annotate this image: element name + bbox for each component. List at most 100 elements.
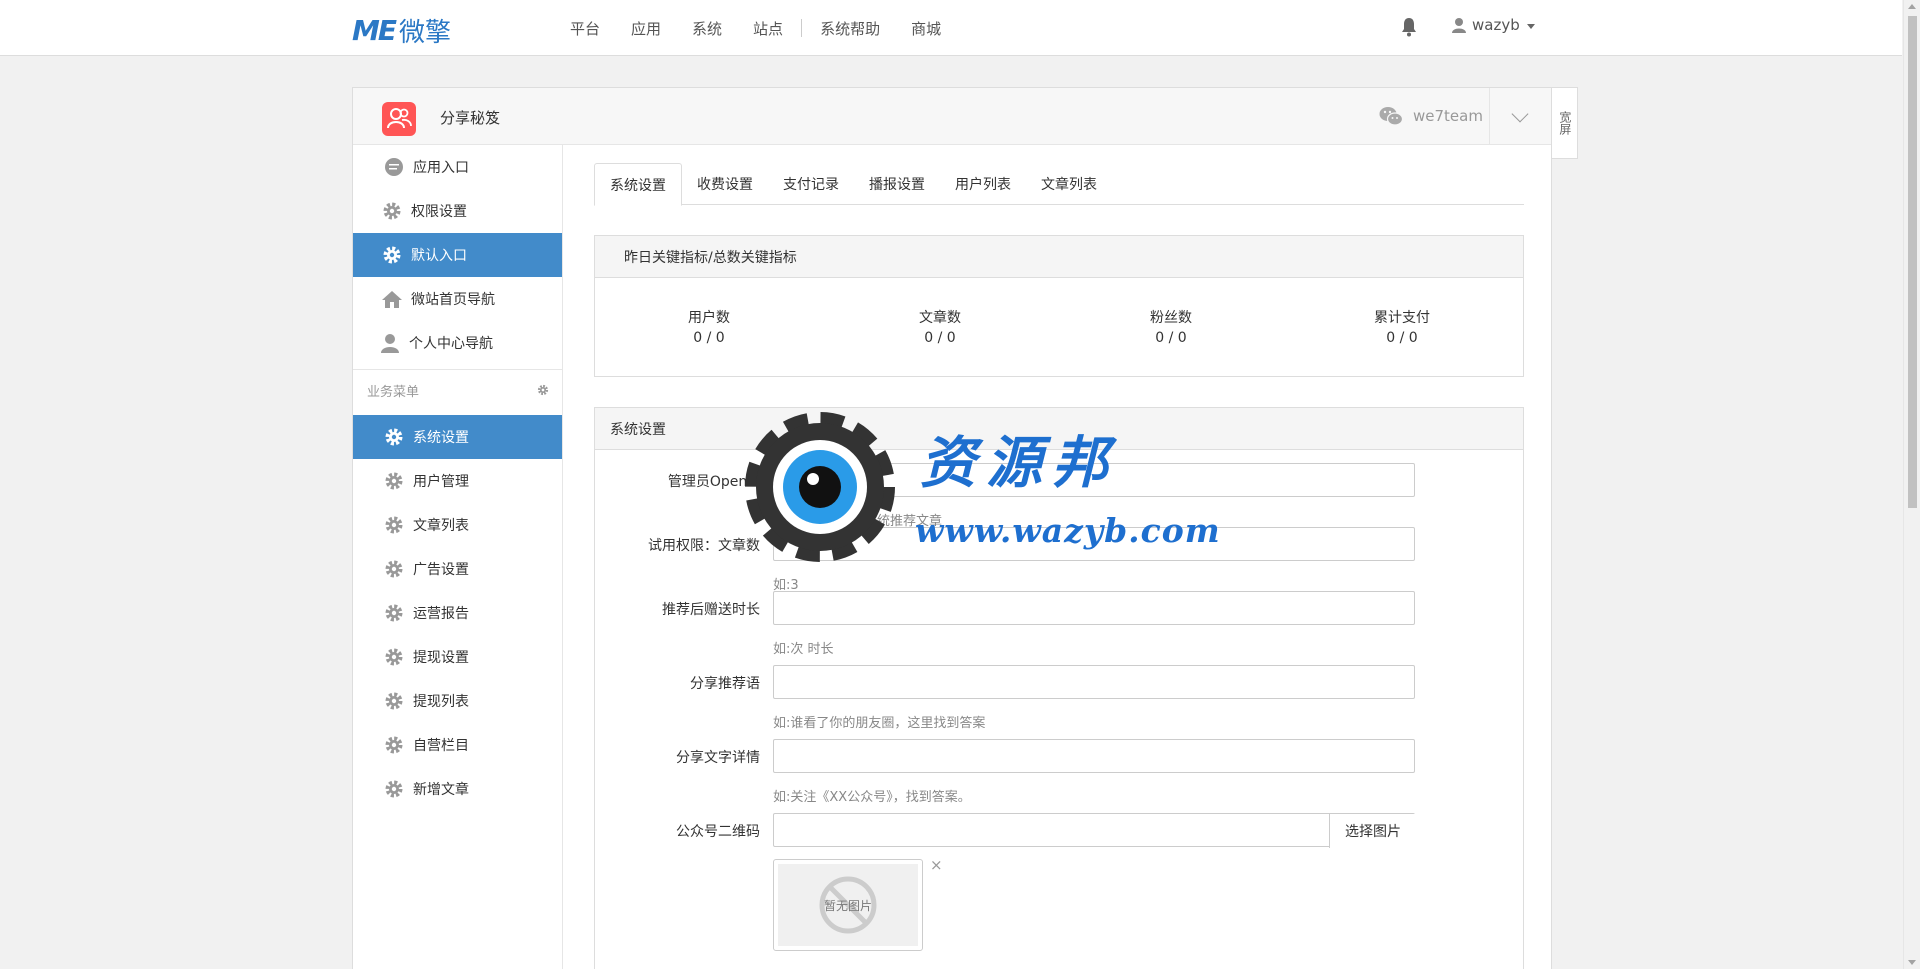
admin-openid-input[interactable] bbox=[773, 463, 1415, 497]
user-menu[interactable]: wazyb bbox=[1452, 16, 1535, 34]
nav-system[interactable]: 系统 bbox=[692, 18, 722, 39]
sidebar-item-label: 系统设置 bbox=[413, 430, 469, 446]
sidebar-item-site-home-nav[interactable]: 微站首页导航 bbox=[353, 277, 562, 321]
scroll-up-icon[interactable] bbox=[1908, 4, 1916, 9]
gear-icon bbox=[383, 690, 405, 712]
stat-value: 0 / 0 bbox=[693, 330, 725, 346]
field-qrcode: 公众号二维码 选择图片 bbox=[595, 813, 1525, 848]
sidebar-item-label: 运营报告 bbox=[413, 606, 469, 622]
account-switcher[interactable]: we7team bbox=[1379, 106, 1483, 126]
stat-users: 用户数 0 / 0 bbox=[609, 308, 809, 348]
qrcode-input[interactable]: 选择图片 bbox=[773, 813, 1416, 848]
nav-help[interactable]: 系统帮助 bbox=[820, 18, 880, 39]
tab-system-settings[interactable]: 系统设置 bbox=[594, 163, 682, 206]
gear-icon bbox=[383, 426, 405, 448]
sidebar-item-article-list[interactable]: 文章列表 bbox=[353, 503, 562, 547]
main-nav: 平台 应用 系统 站点 系统帮助 商城 bbox=[570, 0, 972, 56]
sidebar-item-own-columns[interactable]: 自营栏目 bbox=[353, 723, 562, 767]
field-help: 如:次 时长 bbox=[773, 642, 834, 657]
sidebar-item-new-article[interactable]: 新增文章 bbox=[353, 767, 562, 811]
stat-label: 用户数 bbox=[688, 310, 730, 326]
settings-title: 系统设置 bbox=[595, 408, 1523, 450]
logo-mark: ME bbox=[352, 14, 397, 47]
stat-value: 0 / 0 bbox=[1155, 330, 1187, 346]
stat-value: 0 / 0 bbox=[1386, 330, 1418, 346]
chevron-down-icon bbox=[1526, 23, 1535, 29]
user-icon bbox=[379, 332, 401, 354]
bell-icon[interactable] bbox=[1400, 17, 1418, 37]
field-label: 分享推荐语 bbox=[690, 676, 760, 692]
tab-user-list[interactable]: 用户列表 bbox=[940, 163, 1026, 205]
comment-icon bbox=[383, 156, 405, 178]
sidebar-section-business: 业务菜单 bbox=[367, 379, 549, 401]
sidebar-item-system-settings[interactable]: 系统设置 bbox=[353, 415, 562, 459]
sidebar-item-label: 应用入口 bbox=[413, 160, 469, 176]
account-name: we7team bbox=[1413, 107, 1483, 125]
stats-row: 用户数 0 / 0 文章数 0 / 0 粉丝数 0 / 0 累计支付 0 / 0 bbox=[595, 278, 1523, 375]
app-name: 分享秘笈 bbox=[440, 109, 501, 127]
sidebar-item-label: 文章列表 bbox=[413, 518, 469, 534]
field-share-detail: 分享文字详情 bbox=[595, 739, 1525, 773]
section-title: 业务菜单 bbox=[367, 384, 420, 400]
stat-payments: 累计支付 0 / 0 bbox=[1302, 308, 1502, 348]
chevron-down-icon bbox=[1511, 105, 1529, 123]
home-icon bbox=[381, 288, 403, 310]
app-header: 分享秘笈 we7team bbox=[353, 88, 1551, 145]
sidebar-item-withdraw-settings[interactable]: 提现设置 bbox=[353, 635, 562, 679]
tab-article-list[interactable]: 文章列表 bbox=[1026, 163, 1112, 205]
sidebar-item-user-center-nav[interactable]: 个人中心导航 bbox=[353, 321, 562, 365]
nav-store[interactable]: 商城 bbox=[911, 18, 941, 39]
field-label: 分享文字详情 bbox=[676, 750, 760, 766]
tab-payment-records[interactable]: 支付记录 bbox=[768, 163, 854, 205]
header-toggle[interactable] bbox=[1489, 88, 1551, 145]
field-bonus-duration: 推荐后赠送时长 bbox=[595, 591, 1525, 625]
logo-text: 微擎 bbox=[399, 18, 452, 48]
sidebar-item-permissions[interactable]: 权限设置 bbox=[353, 189, 562, 233]
gear-icon bbox=[383, 514, 405, 536]
nav-apps[interactable]: 应用 bbox=[631, 18, 661, 39]
sidebar-item-app-entry[interactable]: 应用入口 bbox=[353, 145, 562, 189]
nav-site[interactable]: 站点 bbox=[753, 18, 783, 39]
page-scrollbar[interactable] bbox=[1903, 0, 1920, 969]
share-detail-input[interactable] bbox=[773, 739, 1415, 773]
sidebar-item-withdraw-list[interactable]: 提现列表 bbox=[353, 679, 562, 723]
scroll-down-icon[interactable] bbox=[1908, 960, 1916, 965]
scrollbar-thumb[interactable] bbox=[1908, 16, 1917, 508]
gear-icon[interactable] bbox=[537, 384, 549, 396]
stat-label: 文章数 bbox=[919, 310, 961, 326]
wide-screen-button[interactable]: 宽屏 bbox=[1552, 87, 1578, 159]
field-label: 管理员Openid bbox=[667, 474, 760, 490]
gear-icon bbox=[383, 602, 405, 624]
field-label: 试用权限：文章数 bbox=[648, 538, 760, 554]
field-help: 如:谁看了你的朋友圈，这里找到答案 bbox=[773, 716, 986, 731]
field-label: 公众号二维码 bbox=[676, 824, 760, 840]
logo[interactable]: ME 微擎 bbox=[352, 12, 451, 49]
stats-title: 昨日关键指标/总数关键指标 bbox=[595, 236, 1523, 278]
tab-fee-settings[interactable]: 收费设置 bbox=[682, 163, 768, 205]
stat-label: 累计支付 bbox=[1374, 310, 1430, 326]
bonus-duration-input[interactable] bbox=[773, 591, 1415, 625]
stat-value: 0 / 0 bbox=[924, 330, 956, 346]
share-slogan-input[interactable] bbox=[773, 665, 1415, 699]
sidebar-item-operations-report[interactable]: 运营报告 bbox=[353, 591, 562, 635]
sidebar-item-user-management[interactable]: 用户管理 bbox=[353, 459, 562, 503]
gear-icon bbox=[383, 558, 405, 580]
choose-image-button[interactable]: 选择图片 bbox=[1329, 814, 1416, 848]
app-icon bbox=[382, 102, 416, 136]
sidebar-item-ad-settings[interactable]: 广告设置 bbox=[353, 547, 562, 591]
gear-icon bbox=[381, 200, 403, 222]
top-navbar: ME 微擎 平台 应用 系统 站点 系统帮助 商城 wazyb bbox=[0, 0, 1902, 56]
sidebar-item-default-entry[interactable]: 默认入口 bbox=[353, 233, 562, 277]
field-admin-openid: 管理员Openid bbox=[595, 463, 1525, 497]
stat-label: 粉丝数 bbox=[1150, 310, 1192, 326]
nav-platform[interactable]: 平台 bbox=[570, 18, 600, 39]
tab-broadcast-settings[interactable]: 播报设置 bbox=[854, 163, 940, 205]
sidebar-item-label: 广告设置 bbox=[413, 562, 469, 578]
stat-articles: 文章数 0 / 0 bbox=[840, 308, 1040, 348]
close-icon[interactable]: × bbox=[930, 856, 943, 874]
sidebar-item-label: 个人中心导航 bbox=[409, 336, 493, 352]
sidebar-item-label: 默认入口 bbox=[411, 248, 467, 264]
trial-article-count-input[interactable] bbox=[773, 527, 1415, 561]
gear-icon bbox=[383, 778, 405, 800]
field-help: 如:关注《XX公众号》，找到答案。 bbox=[773, 790, 971, 805]
